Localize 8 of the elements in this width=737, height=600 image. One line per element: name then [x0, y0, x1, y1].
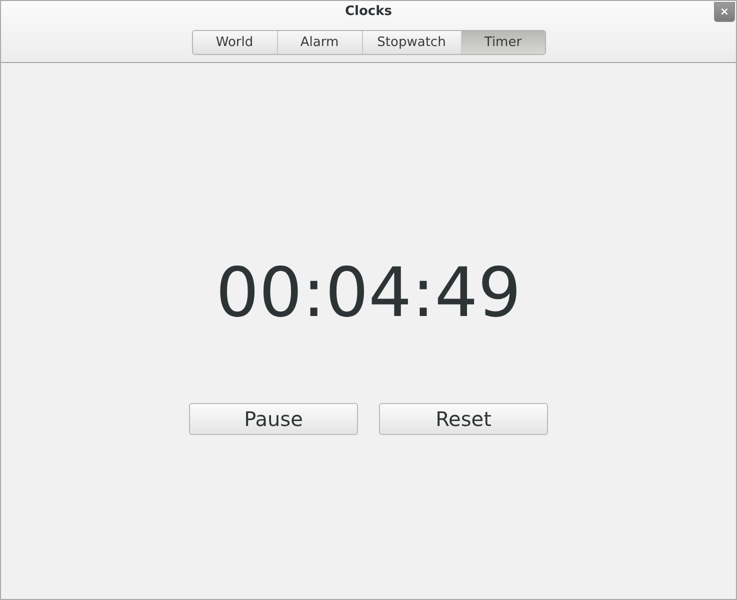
window-title: Clocks	[344, 4, 392, 20]
pause-button[interactable]: Pause	[189, 403, 358, 435]
reset-button[interactable]: Reset	[379, 403, 548, 435]
tab[interactable]: Alarm	[276, 31, 362, 54]
tab[interactable]: Timer	[460, 31, 544, 54]
timer-display: 00:04:49	[214, 260, 522, 328]
tab[interactable]: Stopwatch	[362, 31, 460, 54]
tab[interactable]: World	[192, 31, 276, 54]
